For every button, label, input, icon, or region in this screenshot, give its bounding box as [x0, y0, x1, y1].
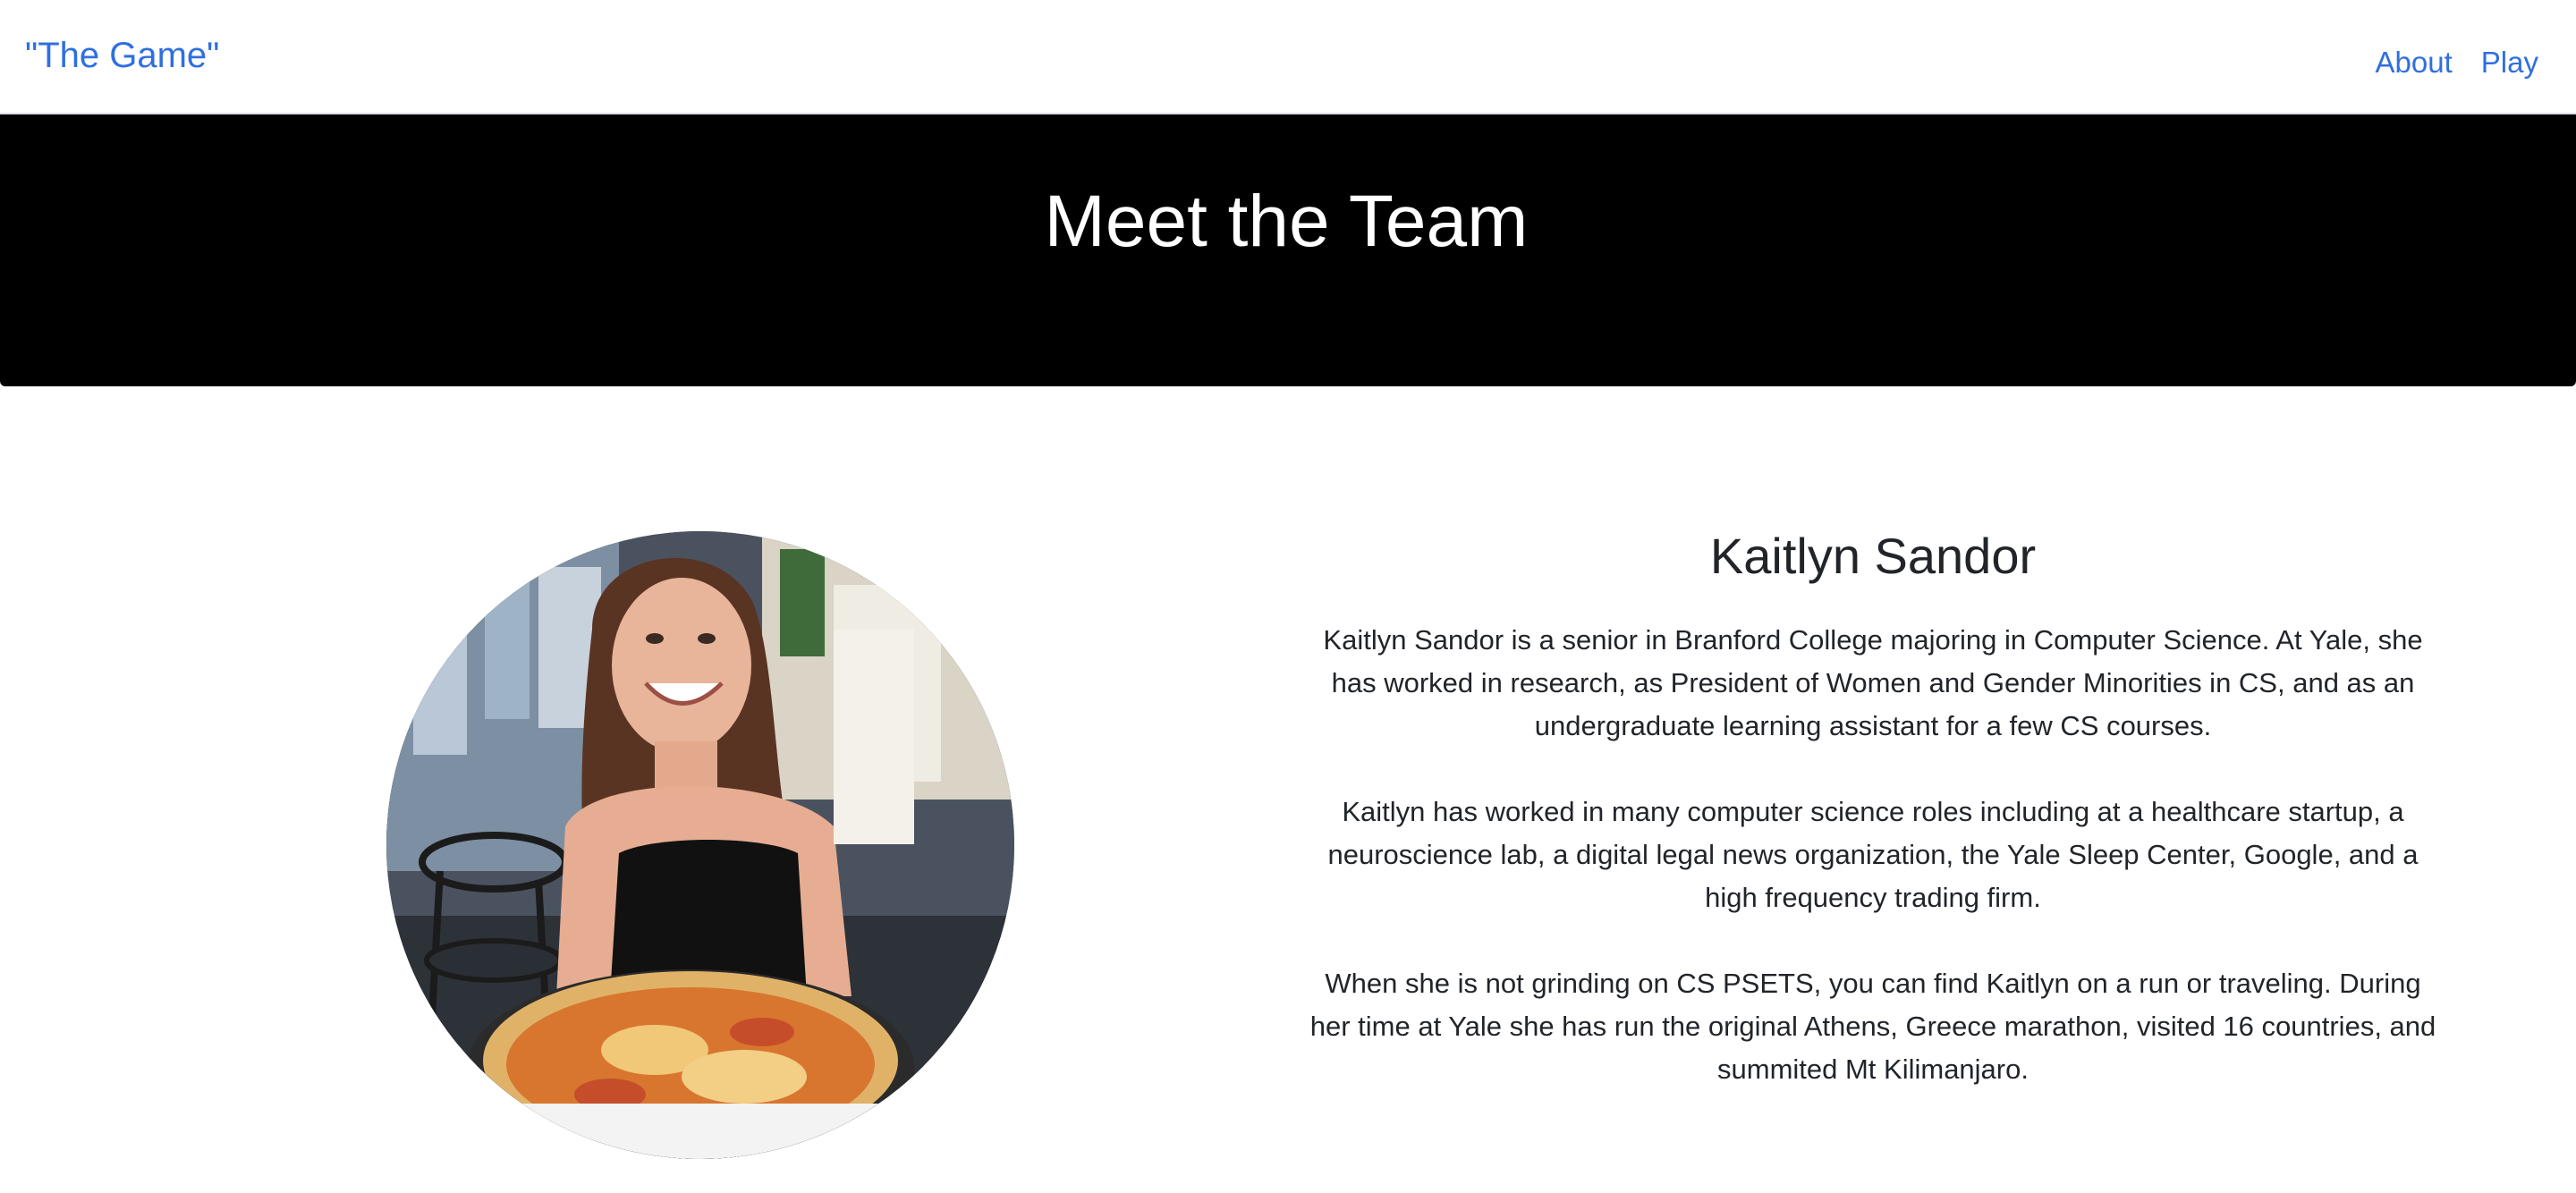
- nav-link-play[interactable]: Play: [2481, 41, 2538, 84]
- member-photo: [386, 531, 1014, 1159]
- member-bio: Kaitlyn Sandor Kaitlyn Sandor is a senio…: [1302, 520, 2444, 1134]
- member-name: Kaitlyn Sandor: [1709, 528, 2037, 584]
- navbar: "The Game" About Play: [0, 0, 2576, 114]
- member-photo-illustration: [386, 531, 1014, 1159]
- bio-paragraph: Kaitlyn has worked in many computer scie…: [1327, 796, 2419, 913]
- page-title: Meet the Team: [1044, 181, 1529, 262]
- nav-link-about[interactable]: About: [2376, 41, 2453, 84]
- hero-banner: Meet the Team: [0, 114, 2576, 386]
- team-member-section: Kaitlyn Sandor Kaitlyn Sandor is a senio…: [0, 386, 2576, 1193]
- brand-link[interactable]: "The Game": [25, 30, 219, 80]
- nav-links: About Play: [2376, 41, 2538, 84]
- bio-paragraph: When she is not grinding on CS PSETS, yo…: [1309, 968, 2436, 1085]
- bio-paragraph: Kaitlyn Sandor is a senior in Branford C…: [1323, 624, 2423, 741]
